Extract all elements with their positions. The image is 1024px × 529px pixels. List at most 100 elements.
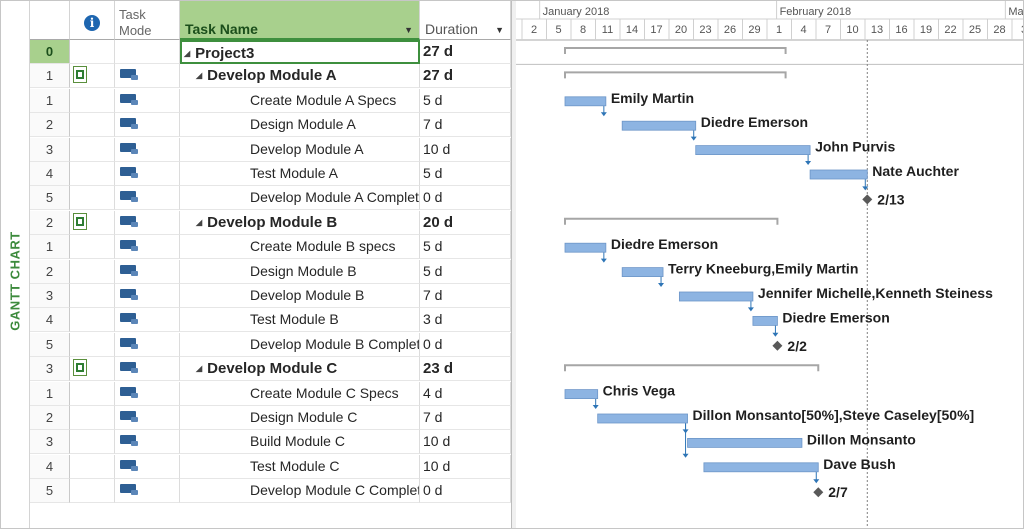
table-row[interactable]: 2 Design Module A 7 d (30, 113, 511, 138)
indicator-cell[interactable] (70, 357, 115, 382)
table-row[interactable]: 1 Create Module B specs 5 d (30, 235, 511, 260)
duration-cell[interactable]: 0 d (420, 186, 511, 211)
view-bar[interactable]: GANTT CHART (1, 1, 30, 528)
duration-cell[interactable]: 5 d (420, 259, 511, 284)
task-name-cell[interactable]: ◢ Develop Module C (180, 357, 420, 382)
table-row[interactable]: 0 ◢ Project3 27 d (30, 40, 511, 64)
project-note-icon[interactable] (73, 66, 87, 84)
task-name-cell[interactable]: Develop Module A Complete (180, 186, 420, 211)
table-row[interactable]: 5 Develop Module C Complete 0 d (30, 479, 511, 504)
row-id[interactable]: 4 (30, 162, 70, 186)
table-row[interactable]: 4 Test Module C 10 d (30, 454, 511, 479)
collapse-toggle-icon[interactable]: ◢ (196, 211, 202, 234)
indicator-cell[interactable] (70, 210, 115, 235)
table-row[interactable]: 1 Create Module C Specs 4 d (30, 381, 511, 406)
task-name-cell[interactable]: Test Module C (180, 454, 420, 479)
indicator-cell[interactable] (70, 64, 115, 89)
table-row[interactable]: 2 Design Module C 7 d (30, 406, 511, 430)
duration-cell[interactable]: 7 d (420, 406, 511, 430)
indicator-cell[interactable] (70, 162, 115, 186)
task-mode-cell[interactable] (115, 454, 180, 479)
task-mode-cell[interactable] (115, 381, 180, 406)
table-row[interactable]: 2 ◢ Develop Module B 20 d (30, 210, 511, 235)
row-id[interactable]: 2 (30, 406, 70, 430)
task-name-cell[interactable]: Build Module C (180, 430, 420, 455)
task-name-cell[interactable]: Create Module B specs (180, 235, 420, 260)
task-mode-cell[interactable] (115, 113, 180, 138)
indicator-cell[interactable] (70, 284, 115, 308)
row-id[interactable]: 3 (30, 137, 70, 162)
duration-cell[interactable]: 20 d (420, 210, 511, 235)
table-row[interactable]: 4 Test Module B 3 d (30, 308, 511, 333)
duration-cell[interactable]: 10 d (420, 137, 511, 162)
indicator-cell[interactable] (70, 479, 115, 504)
task-name-cell[interactable]: ◢ Project3 (180, 40, 420, 64)
indicator-cell[interactable] (70, 40, 115, 64)
row-id[interactable]: 5 (30, 332, 70, 357)
task-mode-cell[interactable] (115, 137, 180, 162)
duration-cell[interactable]: 0 d (420, 479, 511, 504)
duration-cell[interactable]: 3 d (420, 308, 511, 333)
indicator-cell[interactable] (70, 88, 115, 113)
row-id[interactable]: 1 (30, 235, 70, 260)
task-mode-cell[interactable] (115, 210, 180, 235)
row-id[interactable]: 4 (30, 454, 70, 479)
task-name-cell[interactable]: Test Module A (180, 162, 420, 186)
duration-cell[interactable]: 5 d (420, 88, 511, 113)
duration-cell[interactable]: 7 d (420, 113, 511, 138)
indicator-cell[interactable] (70, 406, 115, 430)
project-note-icon[interactable] (73, 359, 87, 377)
task-name-cell[interactable]: ◢ Develop Module A (180, 64, 420, 89)
duration-cell[interactable]: 10 d (420, 430, 511, 455)
task-mode-cell[interactable] (115, 332, 180, 357)
task-mode-cell[interactable] (115, 357, 180, 382)
row-id[interactable]: 0 (30, 40, 70, 64)
chevron-down-icon[interactable]: ▼ (404, 25, 413, 35)
row-id[interactable]: 5 (30, 186, 70, 211)
task-mode-cell[interactable] (115, 430, 180, 455)
indicator-cell[interactable] (70, 137, 115, 162)
indicator-cell[interactable] (70, 454, 115, 479)
indicator-cell[interactable] (70, 308, 115, 333)
task-mode-column-header[interactable]: Task Mode (115, 1, 180, 40)
task-mode-cell[interactable] (115, 88, 180, 113)
collapse-toggle-icon[interactable]: ◢ (196, 64, 202, 87)
duration-cell[interactable]: 7 d (420, 284, 511, 308)
collapse-toggle-icon[interactable]: ◢ (184, 42, 190, 62)
table-row[interactable]: 1 Create Module A Specs 5 d (30, 88, 511, 113)
duration-cell[interactable]: 23 d (420, 357, 511, 382)
task-name-cell[interactable]: Develop Module C Complete (180, 479, 420, 504)
row-id[interactable]: 1 (30, 88, 70, 113)
task-mode-cell[interactable] (115, 308, 180, 333)
task-name-cell[interactable]: Develop Module B (180, 284, 420, 308)
row-id[interactable]: 2 (30, 259, 70, 284)
task-mode-cell[interactable] (115, 186, 180, 211)
duration-cell[interactable]: 0 d (420, 332, 511, 357)
task-mode-cell[interactable] (115, 406, 180, 430)
duration-cell[interactable]: 27 d (420, 40, 511, 64)
table-row[interactable]: 1 ◢ Develop Module A 27 d (30, 64, 511, 89)
table-row[interactable]: 4 Test Module A 5 d (30, 162, 511, 186)
task-mode-cell[interactable] (115, 162, 180, 186)
row-id[interactable]: 2 (30, 210, 70, 235)
row-id[interactable]: 5 (30, 479, 70, 504)
task-mode-cell[interactable] (115, 235, 180, 260)
task-name-cell[interactable]: Design Module A (180, 113, 420, 138)
table-row[interactable]: 2 Design Module B 5 d (30, 259, 511, 284)
table-row[interactable]: 3 Develop Module B 7 d (30, 284, 511, 308)
indicators-column-header[interactable]: i (70, 1, 115, 40)
indicator-cell[interactable] (70, 430, 115, 455)
task-mode-cell[interactable] (115, 40, 180, 64)
task-name-cell[interactable]: ◢ Develop Module B (180, 210, 420, 235)
row-id[interactable]: 1 (30, 64, 70, 89)
indicator-cell[interactable] (70, 259, 115, 284)
table-row[interactable]: 3 Develop Module A 10 d (30, 137, 511, 162)
table-row[interactable]: 3 ◢ Develop Module C 23 d (30, 357, 511, 382)
task-name-cell[interactable]: Create Module A Specs (180, 88, 420, 113)
task-mode-cell[interactable] (115, 479, 180, 504)
task-mode-cell[interactable] (115, 259, 180, 284)
indicator-cell[interactable] (70, 381, 115, 406)
collapse-toggle-icon[interactable]: ◢ (196, 357, 202, 380)
duration-cell[interactable]: 5 d (420, 162, 511, 186)
task-name-cell[interactable]: Design Module C (180, 406, 420, 430)
